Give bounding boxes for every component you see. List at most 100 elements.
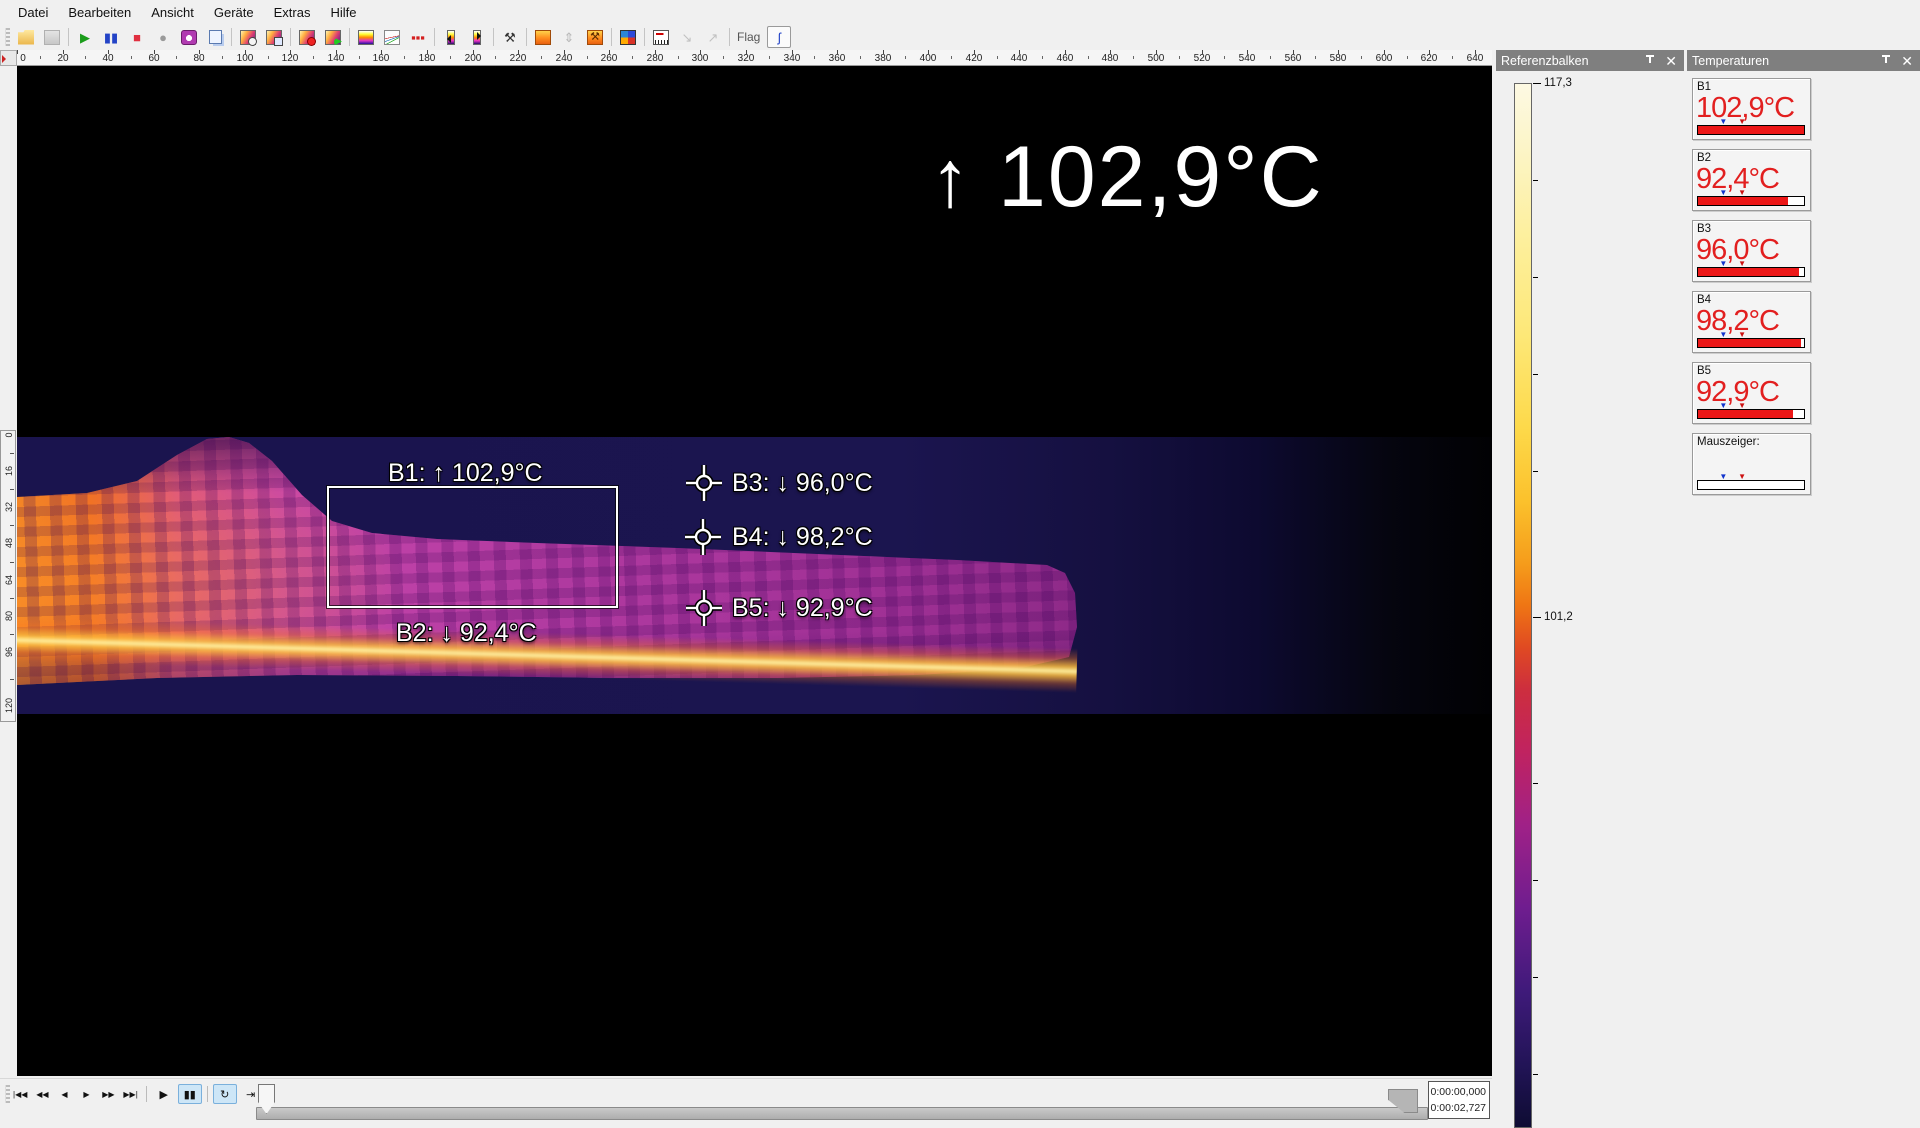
h-ruler-label: 500 — [1148, 53, 1165, 64]
h-ruler-label: 120 — [282, 53, 299, 64]
temp-card-b2[interactable]: B292,4°C▼▼ — [1692, 149, 1811, 211]
min-marker-icon[interactable]: ▼ — [1719, 260, 1727, 268]
palette-select-icon[interactable] — [354, 26, 378, 48]
max-marker-icon[interactable]: ▼ — [1738, 189, 1746, 197]
measure-rect-b1[interactable] — [327, 486, 618, 608]
step-back-button[interactable]: ◀ — [54, 1084, 74, 1104]
temp-range-bar[interactable] — [1697, 125, 1805, 135]
temp-card-b3[interactable]: B396,0°C▼▼ — [1692, 220, 1811, 282]
image-zoom-icon[interactable] — [236, 26, 260, 48]
measure-point-b3[interactable] — [686, 465, 722, 501]
loop-button[interactable]: ↻ — [213, 1084, 237, 1104]
pin-icon[interactable] — [1881, 55, 1891, 66]
time-total: 0:00:02,727 — [1429, 1100, 1486, 1116]
temp-card-mauszeiger[interactable]: Mauszeiger:▼▼ — [1692, 433, 1811, 495]
measure-line-icon[interactable] — [649, 26, 673, 48]
image-play-icon[interactable] — [321, 26, 345, 48]
scale-shift-down-icon[interactable] — [465, 26, 489, 48]
menu-bearbeiten[interactable]: Bearbeiten — [58, 2, 141, 23]
image-record-icon[interactable] — [295, 26, 319, 48]
fast-rewind-button[interactable]: ◀◀ — [32, 1084, 52, 1104]
v-ruler-label: 16 — [4, 464, 14, 478]
min-marker-icon[interactable]: ▼ — [1719, 189, 1727, 197]
h-ruler-label: 20 — [57, 53, 68, 64]
measure-point-b5[interactable] — [686, 590, 722, 626]
menu-hilfe[interactable]: Hilfe — [320, 2, 366, 23]
label-b5[interactable]: B5: ↓ 92,9°C — [732, 594, 873, 623]
min-marker-icon[interactable]: ▼ — [1719, 473, 1727, 481]
pin-icon[interactable] — [1645, 55, 1655, 66]
go-last-button[interactable]: ▶▶| — [120, 1084, 140, 1104]
event-brace-icon[interactable]: ʃ — [767, 26, 791, 48]
reference-bar-title: Referenzbalken — [1501, 54, 1589, 68]
scale-shift-up-icon[interactable] — [439, 26, 463, 48]
mosaic-settings-icon[interactable] — [616, 26, 640, 48]
close-icon[interactable]: ✕ — [1899, 54, 1915, 68]
h-ruler-label: 40 — [102, 53, 113, 64]
v-ruler-label: 64 — [4, 573, 14, 587]
toolbar-separator — [729, 28, 730, 46]
image-copy-icon[interactable] — [262, 26, 286, 48]
palette-tools-icon[interactable]: ⚒ — [583, 26, 607, 48]
copy-icon[interactable] — [203, 26, 227, 48]
label-b3[interactable]: B3: ↓ 96,0°C — [732, 469, 873, 498]
temp-range-bar[interactable] — [1697, 409, 1805, 419]
max-marker-icon[interactable]: ▼ — [1738, 473, 1746, 481]
h-ruler-label: 140 — [328, 53, 345, 64]
thermal-image-viewport[interactable]: ↑102,9°C B1: ↑ 102,9°C B2: ↓ 92,4°C B3: … — [17, 66, 1492, 1076]
record-icon[interactable]: ● — [151, 26, 175, 48]
temp-range-bar[interactable] — [1697, 196, 1805, 206]
label-b2[interactable]: B2: ↓ 92,4°C — [396, 619, 537, 648]
temp-range-bar[interactable] — [1697, 480, 1805, 490]
temp-range-bar[interactable] — [1697, 338, 1805, 348]
fit-range-icon: ⇕ — [557, 26, 581, 48]
menu-datei[interactable]: Datei — [8, 2, 58, 23]
toolbar-grip[interactable] — [5, 28, 10, 46]
min-marker-icon[interactable]: ▼ — [1719, 331, 1727, 339]
max-marker-icon[interactable]: ▼ — [1738, 331, 1746, 339]
open-file-icon[interactable] — [14, 26, 38, 48]
temp-range-bar[interactable] — [1697, 267, 1805, 277]
h-ruler-label: 380 — [875, 53, 892, 64]
play-button[interactable]: ▶ — [152, 1084, 176, 1104]
step-forward-button[interactable]: ▶ — [76, 1084, 96, 1104]
v-ruler-label: 80 — [4, 609, 14, 623]
temp-card-b1[interactable]: B1102,9°C▼▼ — [1692, 78, 1811, 140]
palette-bar-icon[interactable] — [531, 26, 555, 48]
menu-extras[interactable]: Extras — [264, 2, 321, 23]
fast-forward-button[interactable]: ▶▶ — [98, 1084, 118, 1104]
temp-card-b4[interactable]: B498,2°C▼▼ — [1692, 291, 1811, 353]
go-first-button[interactable]: |◀◀ — [10, 1084, 30, 1104]
play-icon[interactable]: ▶ — [73, 26, 97, 48]
min-marker-icon[interactable]: ▼ — [1719, 402, 1727, 410]
ruler-corner — [0, 50, 17, 66]
temp-card-b5[interactable]: B592,9°C▼▼ — [1692, 362, 1811, 424]
tools-icon[interactable]: ⚒ — [498, 26, 522, 48]
pause-icon[interactable]: ▮▮ — [99, 26, 123, 48]
pause-button[interactable]: ▮▮ — [178, 1084, 202, 1104]
h-ruler-label: 200 — [465, 53, 482, 64]
label-b1[interactable]: B1: ↑ 102,9°C — [388, 459, 543, 488]
menu-ansicht[interactable]: Ansicht — [141, 2, 204, 23]
image-view-area: 0204060801001201401601802002202402602803… — [0, 50, 1492, 1128]
h-ruler-label: 100 — [237, 53, 254, 64]
label-b4[interactable]: B4: ↓ 98,2°C — [732, 523, 873, 552]
close-icon[interactable]: ✕ — [1663, 54, 1679, 68]
min-marker-icon[interactable]: ▼ — [1719, 118, 1727, 126]
measure-point-b4[interactable] — [685, 519, 721, 555]
reference-color-bar[interactable] — [1514, 83, 1532, 1128]
max-marker-icon[interactable]: ▼ — [1738, 260, 1746, 268]
snapshot-camera-icon[interactable] — [177, 26, 201, 48]
menu-geräte[interactable]: Geräte — [204, 2, 264, 23]
playback-controls: |◀◀◀◀◀▶▶▶▶▶|▶▮▮↻⇥ — [10, 1084, 263, 1104]
profile-curves-icon[interactable] — [380, 26, 404, 48]
measure-points-icon[interactable]: ▪▪▪ — [406, 26, 430, 48]
toolbar-separator — [611, 28, 612, 46]
stop-icon[interactable]: ■ — [125, 26, 149, 48]
h-ruler-label: 420 — [966, 53, 983, 64]
v-ruler-label: 0 — [4, 428, 14, 442]
max-marker-icon[interactable]: ▼ — [1738, 118, 1746, 126]
max-marker-icon[interactable]: ▼ — [1738, 402, 1746, 410]
timeline-track[interactable] — [256, 1107, 1428, 1120]
h-ruler-label: 460 — [1057, 53, 1074, 64]
